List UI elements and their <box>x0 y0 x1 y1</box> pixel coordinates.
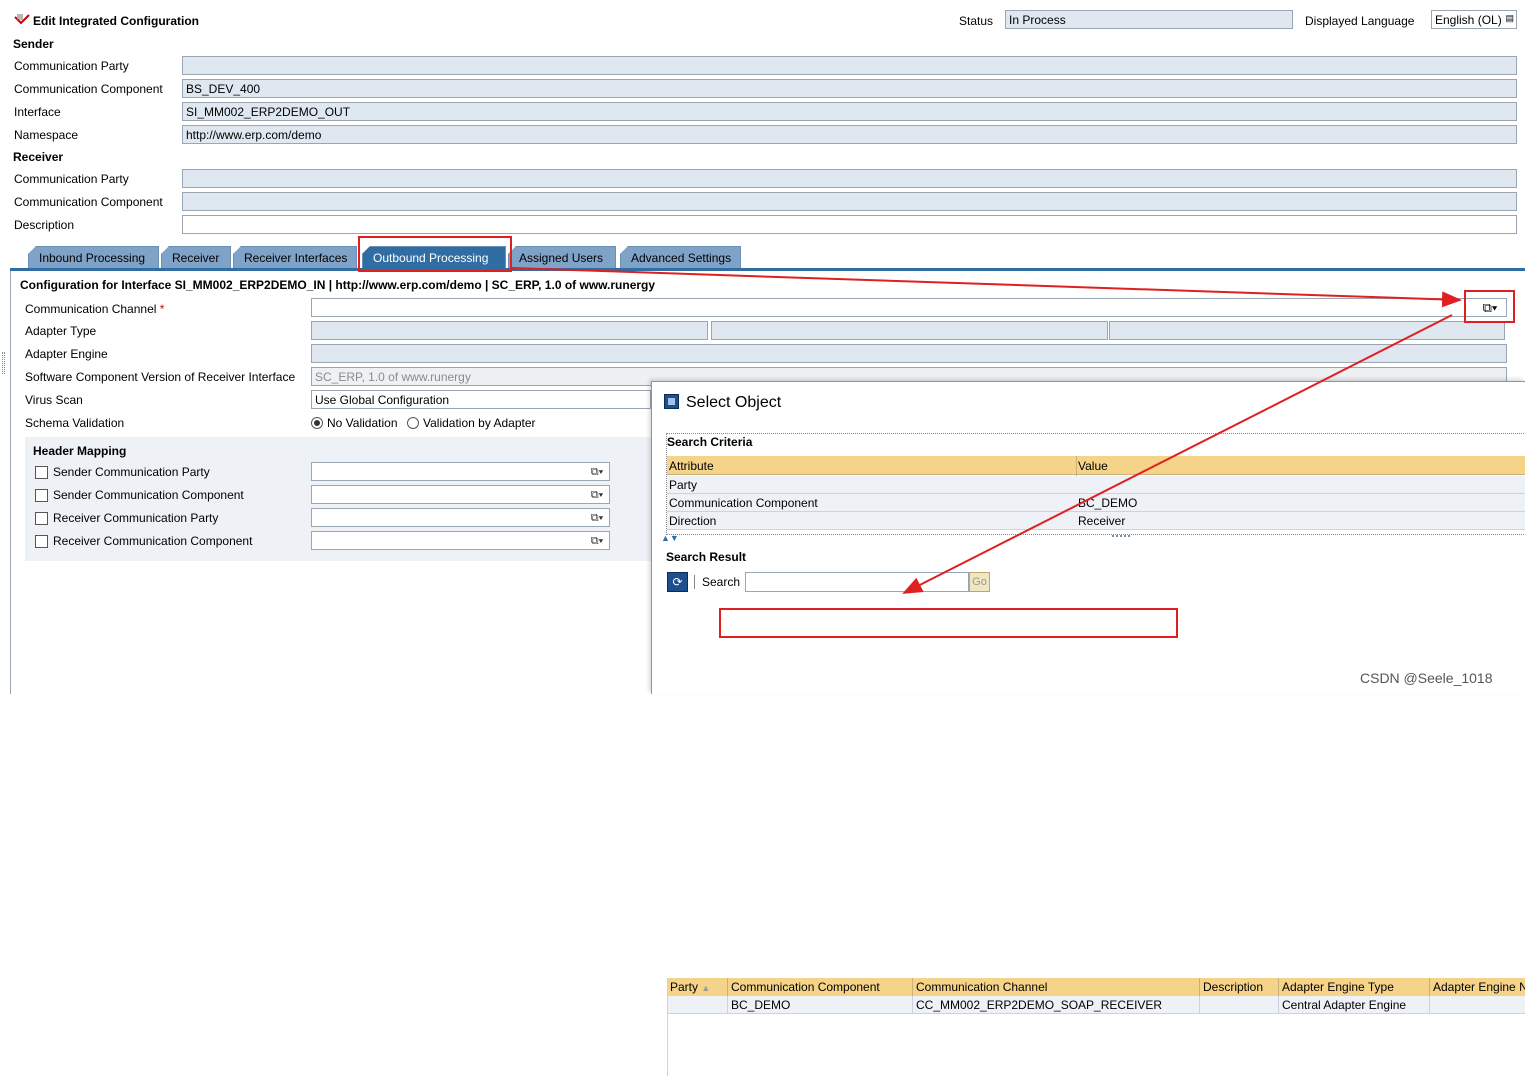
result-col-engine-name[interactable]: Adapter Engine N <box>1430 978 1525 996</box>
annotation-arrows <box>511 267 1462 594</box>
result-cell-description[interactable] <box>1200 996 1279 1014</box>
result-cell-engine-type[interactable]: Central Adapter Engine <box>1279 996 1430 1014</box>
sort-icon[interactable]: ▲ <box>701 983 710 993</box>
result-cell-component[interactable]: BC_DEMO <box>728 996 913 1014</box>
result-col-description[interactable]: Description <box>1200 978 1279 996</box>
result-table-border <box>667 978 668 1076</box>
result-col-engine-type[interactable]: Adapter Engine Type <box>1279 978 1430 996</box>
result-cell-channel[interactable]: CC_MM002_ERP2DEMO_SOAP_RECEIVER <box>913 996 1200 1014</box>
watermark: CSDN @Seele_1018 <box>1360 670 1493 686</box>
result-col-channel[interactable]: Communication Channel <box>913 978 1200 996</box>
result-col-party[interactable]: Party ▲ <box>667 978 728 996</box>
result-col-component[interactable]: Communication Component <box>728 978 913 996</box>
result-cell-engine-name[interactable] <box>1430 996 1525 1014</box>
result-cell-party[interactable] <box>667 996 728 1014</box>
